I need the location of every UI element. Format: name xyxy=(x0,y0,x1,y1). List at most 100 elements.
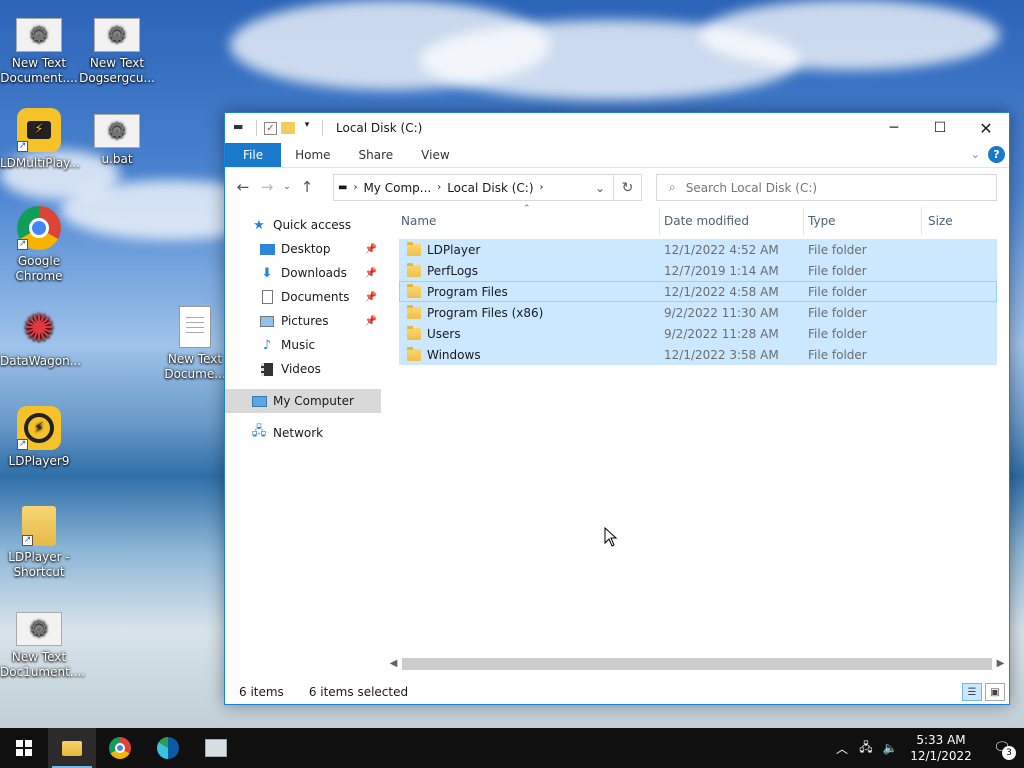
scroll-right-icon[interactable]: ▶ xyxy=(992,658,1009,669)
table-row[interactable]: Users 9/2/2022 11:28 AM File folder xyxy=(399,323,997,344)
nav-label: Pictures xyxy=(281,314,329,328)
tab-share[interactable]: Share xyxy=(345,143,408,167)
desktop-icon-datawagon[interactable]: ✺ DataWagon... xyxy=(0,306,81,369)
nav-music[interactable]: ♪ Music xyxy=(225,333,381,357)
nav-desktop[interactable]: Desktop 📌 xyxy=(225,237,381,261)
ribbon-tabs: File Home Share View ⌄ ? xyxy=(225,143,1009,168)
shortcut-arrow-icon: ↗ xyxy=(22,535,33,546)
pin-icon[interactable]: 📌 xyxy=(365,292,377,303)
start-button[interactable] xyxy=(0,728,48,768)
window-title: Local Disk (C:) xyxy=(336,121,423,135)
taskbar: ︿ 🖧 🔈 5:33 AM 12/1/2022 🗨 3 xyxy=(0,728,1024,768)
horizontal-scrollbar[interactable]: ◀ ▶ xyxy=(385,655,1009,672)
table-row[interactable]: LDPlayer 12/1/2022 4:52 AM File folder xyxy=(399,239,997,260)
pictures-icon xyxy=(259,313,275,329)
column-type[interactable]: Type xyxy=(804,207,922,235)
tab-file[interactable]: File xyxy=(225,143,282,167)
column-name[interactable]: Name xyxy=(385,207,660,235)
desktop-icon-google-chrome[interactable]: ↗ Google Chrome xyxy=(0,206,78,284)
breadcrumb-separator-icon[interactable]: › xyxy=(540,182,544,193)
taskbar-app[interactable] xyxy=(192,728,240,768)
large-icons-view-icon[interactable]: ▣ xyxy=(985,683,1005,701)
file-type: File folder xyxy=(808,347,867,362)
table-row[interactable]: Windows 12/1/2022 3:58 AM File folder xyxy=(399,344,997,365)
file-date: 12/1/2022 3:58 AM xyxy=(664,347,779,362)
search-box[interactable]: ⌕ xyxy=(656,174,997,201)
desktop-icon-new-text-doc1ument[interactable]: ⚙ New Text Doc1ument.... xyxy=(0,606,85,680)
file-type: File folder xyxy=(808,305,867,320)
minimize-button[interactable]: ─ xyxy=(871,113,917,143)
properties-icon[interactable]: ✓ xyxy=(264,121,277,135)
up-button[interactable]: ↑ xyxy=(295,175,319,199)
close-button[interactable]: ✕ xyxy=(963,113,1009,143)
breadcrumb-my-computer[interactable]: My Comp... xyxy=(363,181,431,195)
breadcrumb-separator-icon[interactable]: › xyxy=(353,182,357,193)
desktop-icon-u-bat[interactable]: ⚙ u.bat xyxy=(78,108,156,167)
tab-view[interactable]: View xyxy=(407,143,463,167)
clock-time: 5:33 AM xyxy=(916,733,966,747)
clock[interactable]: 5:33 AM 12/1/2022 xyxy=(902,732,980,764)
taskbar-chrome[interactable] xyxy=(96,728,144,768)
mouse-cursor-icon xyxy=(604,527,618,547)
desktop-icon-new-text-dogsergcu[interactable]: ⚙ New Text Dogsergcu... xyxy=(78,12,156,86)
folder-shortcut-icon: ↗ xyxy=(22,506,56,546)
recent-locations-button[interactable]: ⌄ xyxy=(279,175,295,199)
clock-date: 12/1/2022 xyxy=(910,749,972,763)
file-type: File folder xyxy=(808,326,867,341)
new-folder-icon[interactable] xyxy=(281,122,295,134)
network-status-icon[interactable]: 🖧 xyxy=(854,738,878,759)
desktop-icon-new-text-docume[interactable]: New Text Docume... xyxy=(156,306,234,382)
help-icon[interactable]: ? xyxy=(988,146,1005,163)
breadcrumb-separator-icon[interactable]: › xyxy=(437,182,441,193)
nav-quick-access[interactable]: ★ Quick access xyxy=(225,213,381,237)
table-row[interactable]: PerfLogs 12/7/2019 1:14 AM File folder xyxy=(399,260,997,281)
file-date: 12/7/2019 1:14 AM xyxy=(664,263,779,278)
refresh-button[interactable]: ↻ xyxy=(613,175,641,200)
action-center-button[interactable]: 🗨 3 xyxy=(980,728,1024,768)
show-hidden-icons-icon[interactable]: ︿ xyxy=(830,740,854,757)
desktop-icon-ldplayer-shortcut[interactable]: ↗ LDPlayer - Shortcut xyxy=(0,506,78,580)
scrollbar-thumb[interactable] xyxy=(402,657,992,670)
search-input[interactable] xyxy=(685,180,966,195)
pin-icon[interactable]: 📌 xyxy=(365,316,377,327)
title-bar[interactable]: ▬ ✓ ▾ Local Disk (C:) ─ ☐ ✕ xyxy=(225,113,1009,143)
datawagon-icon: ✺ xyxy=(23,306,55,350)
desktop-icon-label: LDMultiPlay... xyxy=(0,156,81,170)
nav-label: Downloads xyxy=(281,266,347,280)
desktop-icon-ldmultiplayer[interactable]: ⚡ ↗ LDMultiPlay... xyxy=(0,108,81,171)
address-dropdown-icon[interactable]: ⌄ xyxy=(587,181,613,195)
nav-pictures[interactable]: Pictures 📌 xyxy=(225,309,381,333)
nav-network[interactable]: 🖧 Network xyxy=(225,421,381,445)
column-headers: ⌃ Name Date modified Type Size xyxy=(385,204,1009,235)
taskbar-edge[interactable] xyxy=(144,728,192,768)
file-date: 12/1/2022 4:52 AM xyxy=(664,242,779,257)
column-date-modified[interactable]: Date modified xyxy=(660,207,804,235)
desktop-icon-ldplayer9[interactable]: ⚡ ↗ LDPlayer9 xyxy=(0,406,78,469)
table-row[interactable]: Program Files (x86) 9/2/2022 11:30 AM Fi… xyxy=(399,302,997,323)
forward-button[interactable]: → xyxy=(255,175,279,199)
item-count: 6 items xyxy=(239,685,284,699)
maximize-button[interactable]: ☐ xyxy=(917,113,963,143)
file-name: Program Files xyxy=(427,284,508,299)
nav-documents[interactable]: Documents 📌 xyxy=(225,285,381,309)
column-size[interactable]: Size xyxy=(922,207,1002,235)
tab-home[interactable]: Home xyxy=(281,143,344,167)
address-bar[interactable]: ▬ › My Comp... › Local Disk (C:) › ⌄ ↻ xyxy=(333,174,642,201)
expand-ribbon-icon[interactable]: ⌄ xyxy=(971,148,980,161)
drive-icon[interactable]: ▬ xyxy=(233,120,249,136)
volume-icon[interactable]: 🔈 xyxy=(878,741,902,755)
customize-toolbar-icon[interactable]: ▾ xyxy=(299,120,315,136)
pin-icon[interactable]: 📌 xyxy=(365,268,377,279)
breadcrumb-local-disk[interactable]: Local Disk (C:) xyxy=(447,181,533,195)
table-row[interactable]: Program Files 12/1/2022 4:58 AM File fol… xyxy=(399,281,997,302)
desktop-icon-new-text-document[interactable]: ⚙ New Text Document.... xyxy=(0,12,78,86)
pin-icon[interactable]: 📌 xyxy=(365,244,377,255)
back-button[interactable]: ← xyxy=(231,175,255,199)
nav-videos[interactable]: Videos xyxy=(225,357,381,381)
taskbar-file-explorer[interactable] xyxy=(48,728,96,768)
videos-icon xyxy=(259,361,275,377)
nav-downloads[interactable]: ⬇ Downloads 📌 xyxy=(225,261,381,285)
scroll-left-icon[interactable]: ◀ xyxy=(385,658,402,669)
nav-my-computer[interactable]: My Computer xyxy=(225,389,381,413)
details-view-icon[interactable]: ☰ xyxy=(962,683,982,701)
